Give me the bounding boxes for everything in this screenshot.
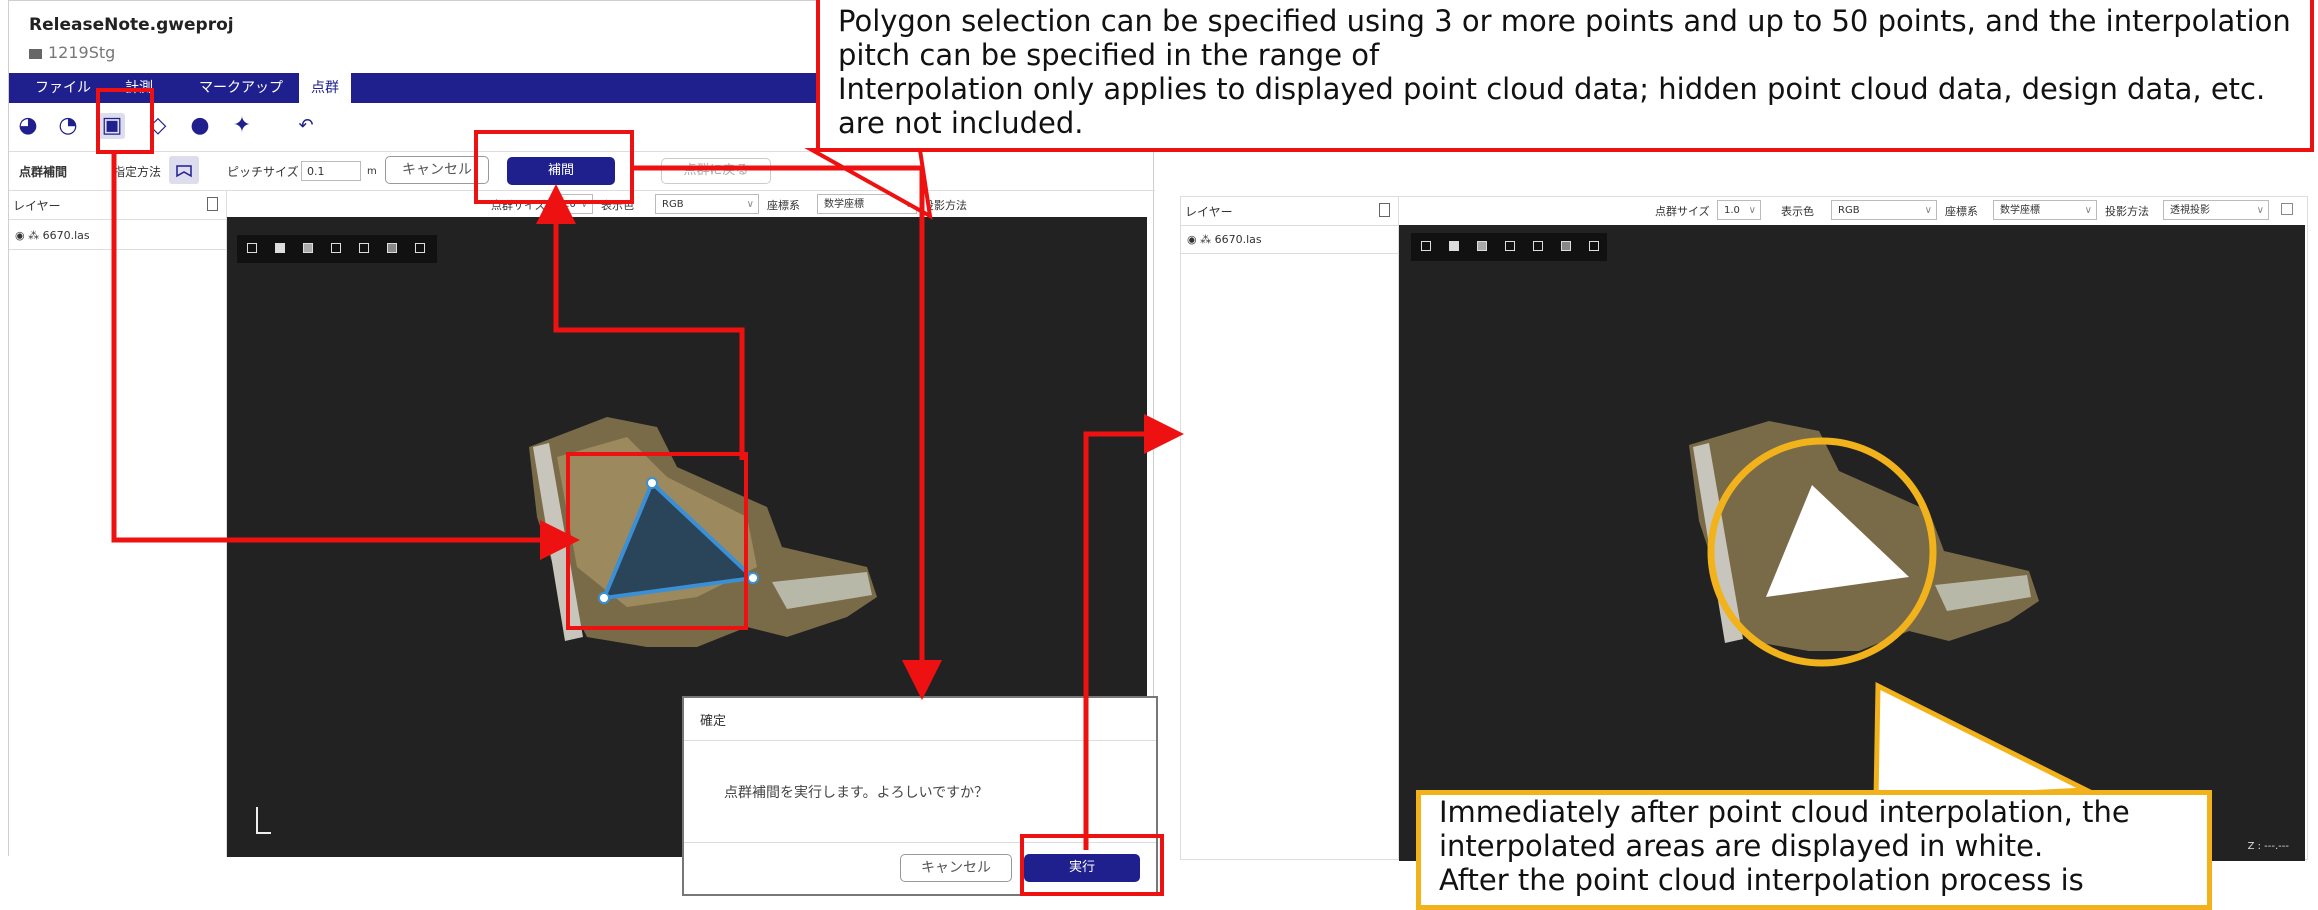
highlight-tool-box: [96, 88, 154, 154]
arrow-ok-to-result: [1083, 414, 1184, 850]
highlight-polygon-box: [566, 452, 748, 630]
highlight-button-box: [474, 130, 634, 204]
callout-pointer: [804, 148, 933, 220]
highlight-ok-box: [1020, 834, 1164, 896]
arrow-polygon-to-button: [536, 184, 745, 460]
callout-line: Immediately after point cloud interpolat…: [1439, 795, 2130, 829]
callout-top-text: Polygon selection can be specified using…: [838, 4, 2291, 140]
callout-line: are not included.: [838, 106, 1084, 140]
highlight-circle: [1707, 437, 1937, 667]
callout-pointer-orange: [1873, 681, 2096, 803]
arrow-tool-to-polygon: [111, 150, 580, 560]
callout-line: After the point cloud interpolation proc…: [1439, 863, 2084, 897]
info-callout-bottom: Immediately after point cloud interpolat…: [1416, 790, 2212, 910]
callout-bottom-text: Immediately after point cloud interpolat…: [1439, 795, 2130, 897]
info-callout-top: Polygon selection can be specified using…: [816, 0, 2314, 152]
callout-line: pitch can be specified in the range of: [838, 38, 1380, 72]
callout-line: Interpolation only applies to displayed …: [838, 72, 2266, 106]
callout-line: interpolated areas are displayed in whit…: [1439, 829, 2044, 863]
callout-line: Polygon selection can be specified using…: [838, 4, 2291, 38]
